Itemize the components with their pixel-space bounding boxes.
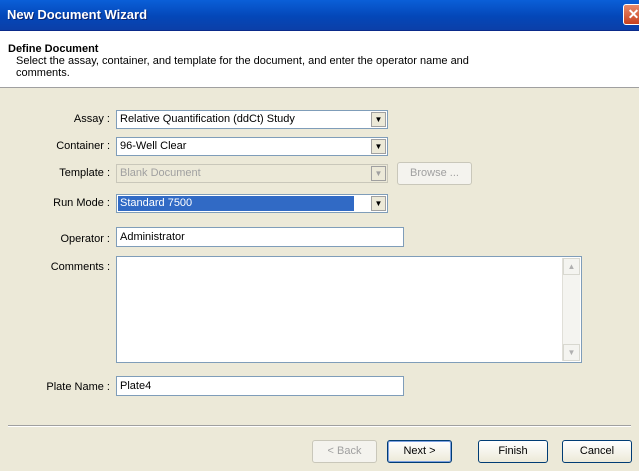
browse-button[interactable]: Browse ... [397, 162, 472, 185]
chevron-down-icon[interactable]: ▼ [371, 166, 386, 181]
run-mode-label: Run Mode : [53, 197, 110, 209]
wizard-header: Define Document Select the assay, contai… [0, 31, 639, 88]
chevron-down-icon[interactable]: ▼ [371, 112, 386, 127]
scroll-up-icon[interactable]: ▲ [563, 258, 580, 275]
finish-button[interactable]: Finish [478, 440, 548, 463]
close-icon[interactable]: ✕ [623, 4, 639, 25]
plate-name-value: Plate4 [120, 380, 152, 392]
scroll-down-icon[interactable]: ▼ [563, 344, 580, 361]
assay-dropdown[interactable]: Relative Quantification (ddCt) Study ▼ [116, 110, 388, 129]
comments-label: Comments : [50, 261, 110, 273]
operator-value: Administrator [120, 231, 185, 243]
run-mode-value: Standard 7500 [118, 196, 354, 211]
comments-scrollbar[interactable]: ▲ ▼ [562, 258, 580, 361]
assay-value: Relative Quantification (ddCt) Study [120, 113, 295, 125]
operator-field[interactable]: Administrator [116, 227, 404, 247]
window-title: New Document Wizard [7, 7, 148, 22]
plate-name-label: Plate Name : [46, 381, 110, 393]
container-value: 96-Well Clear [120, 140, 187, 152]
container-label: Container : [56, 140, 110, 152]
chevron-down-icon[interactable]: ▼ [371, 196, 386, 211]
container-dropdown[interactable]: 96-Well Clear ▼ [116, 137, 388, 156]
assay-label: Assay : [73, 113, 110, 125]
next-button[interactable]: Next > [387, 440, 452, 463]
template-dropdown[interactable]: Blank Document ▼ [116, 164, 388, 183]
divider [8, 425, 631, 427]
cancel-button[interactable]: Cancel [562, 440, 632, 463]
back-button[interactable]: < Back [312, 440, 377, 463]
comments-textarea[interactable]: ▲ ▼ [116, 256, 582, 363]
step-description: Select the assay, container, and templat… [16, 55, 469, 79]
title-bar[interactable]: New Document Wizard ✕ [0, 0, 639, 31]
template-label: Template : [59, 167, 110, 179]
chevron-down-icon[interactable]: ▼ [371, 139, 386, 154]
operator-label: Operator : [60, 233, 110, 245]
plate-name-field[interactable]: Plate4 [116, 376, 404, 396]
template-value: Blank Document [120, 167, 201, 179]
step-title: Define Document [8, 43, 99, 55]
run-mode-dropdown[interactable]: Standard 7500 ▼ [116, 194, 388, 213]
